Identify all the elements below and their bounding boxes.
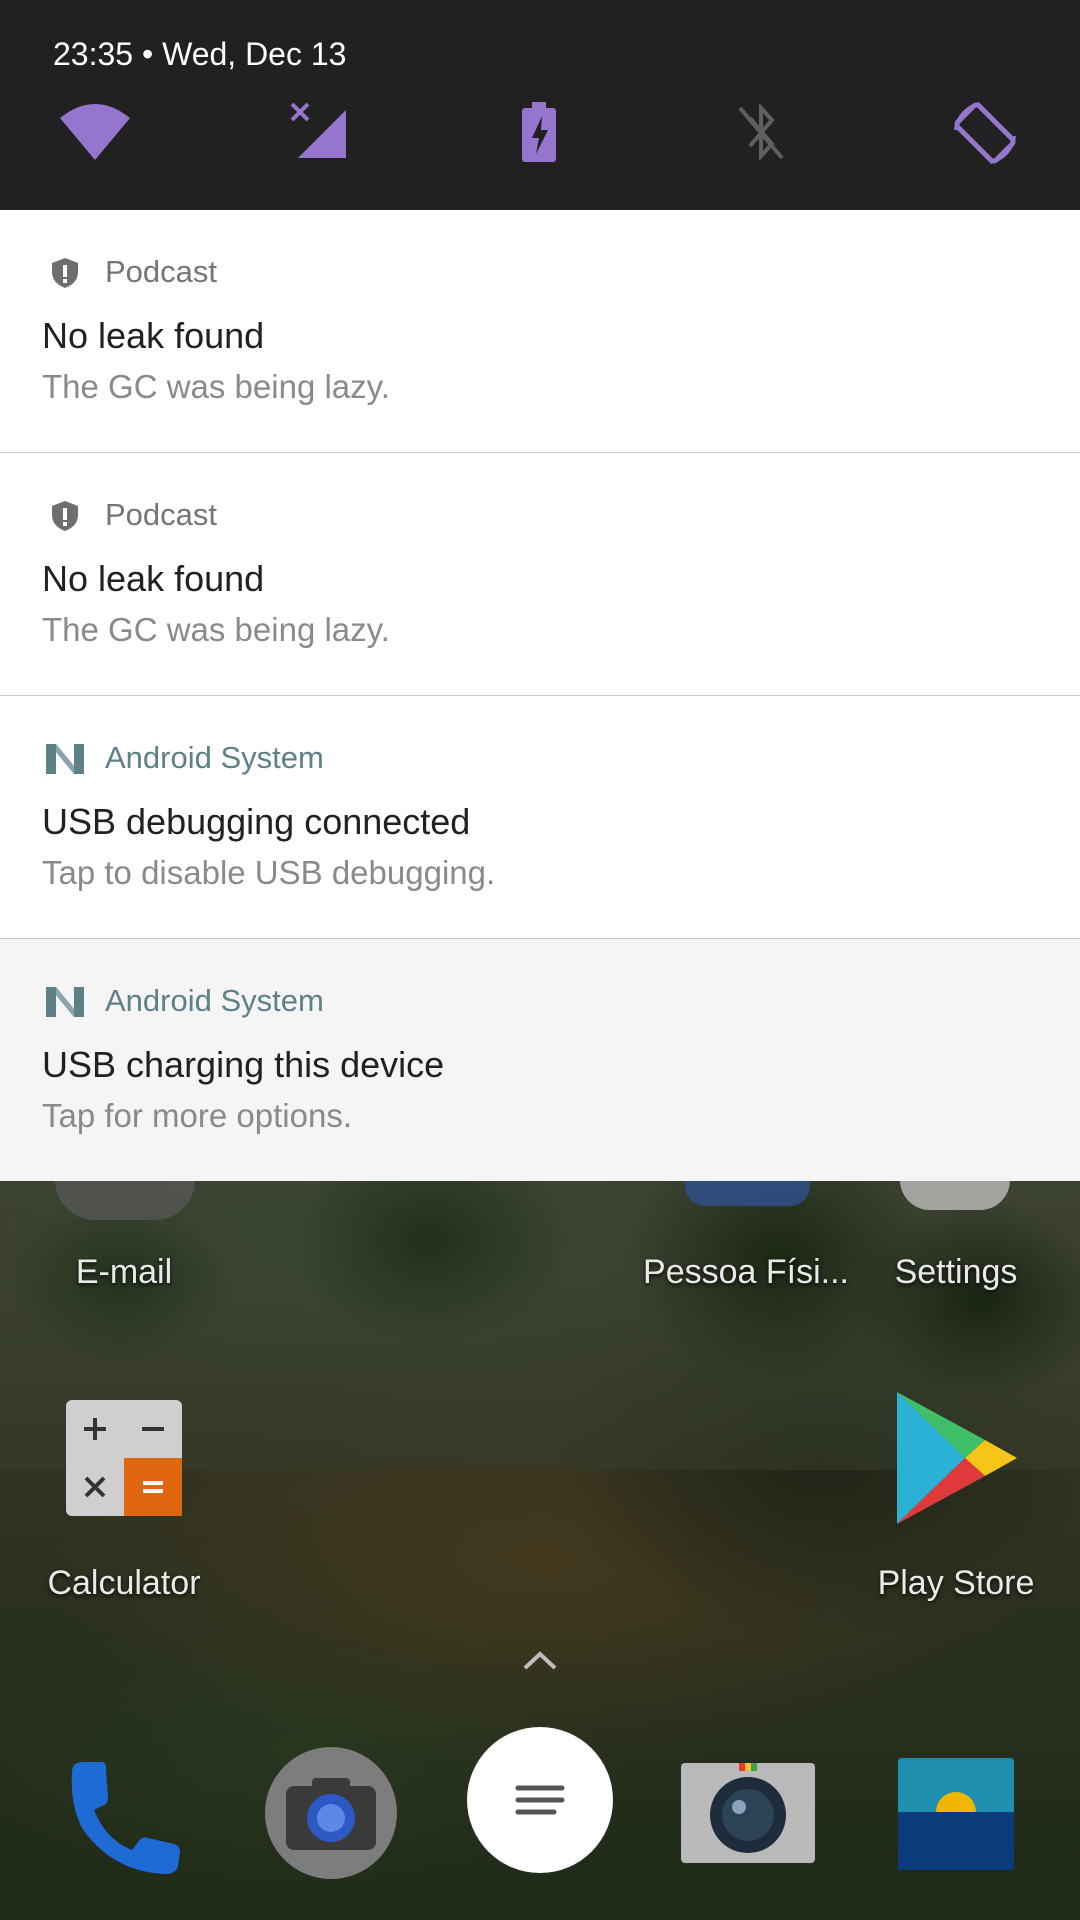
email-app-icon[interactable]	[55, 1180, 195, 1220]
calculator-app-icon[interactable]	[66, 1400, 182, 1516]
notification-title: No leak found	[42, 315, 265, 356]
status-datetime: 23:35 • Wed, Dec 13	[53, 36, 347, 72]
home-label-email[interactable]: E-mail	[14, 1253, 234, 1292]
home-label-pessoa-fisica[interactable]: Pessoa Físi...	[636, 1253, 856, 1292]
android-n-icon	[44, 985, 86, 1019]
notification-app-name: Android System	[105, 983, 324, 1018]
notification-card[interactable]: Podcast No leak found The GC was being l…	[0, 210, 1080, 453]
battery-charging-icon[interactable]	[504, 100, 574, 166]
notification-title: USB charging this device	[42, 1044, 445, 1085]
notification-card[interactable]: Podcast No leak found The GC was being l…	[0, 453, 1080, 696]
bluetooth-off-icon[interactable]	[726, 100, 796, 166]
notification-text: The GC was being lazy.	[42, 368, 390, 405]
play-store-app-icon[interactable]	[893, 1390, 1021, 1526]
wallpaper-app-icon[interactable]	[898, 1758, 1014, 1870]
notification-text: Tap to disable USB debugging.	[42, 854, 496, 891]
quick-settings-header: 23:35 • Wed, Dec 13	[0, 0, 1080, 210]
notification-card[interactable]: Android System USB charging this device …	[0, 939, 1080, 1181]
wifi-icon[interactable]	[60, 100, 130, 166]
google-search-icon[interactable]	[466, 1726, 614, 1874]
camera-app-icon[interactable]	[681, 1763, 815, 1863]
home-label-play-store[interactable]: Play Store	[846, 1564, 1066, 1603]
auto-rotate-icon[interactable]	[950, 100, 1020, 166]
notification-app-name: Android System	[105, 740, 324, 775]
notification-card[interactable]: Android System USB debugging connected T…	[0, 696, 1080, 939]
shield-alert-icon	[48, 499, 82, 533]
settings-app-icon[interactable]	[900, 1180, 1010, 1210]
notification-text: The GC was being lazy.	[42, 611, 390, 648]
shield-alert-icon	[48, 256, 82, 290]
android-n-icon	[44, 742, 86, 776]
notification-app-name: Podcast	[105, 497, 218, 532]
cellular-no-service-icon[interactable]	[288, 100, 358, 166]
notification-list: Podcast No leak found The GC was being l…	[0, 210, 1080, 1181]
notification-app-name: Podcast	[105, 254, 218, 289]
home-label-settings[interactable]: Settings	[846, 1253, 1066, 1292]
camera-icon[interactable]	[264, 1746, 398, 1880]
home-label-calculator[interactable]: Calculator	[14, 1564, 234, 1603]
notification-title: USB debugging connected	[42, 801, 471, 842]
notification-title: No leak found	[42, 558, 265, 599]
phone-icon[interactable]	[62, 1756, 182, 1876]
pessoa-fisica-app-icon[interactable]	[685, 1180, 810, 1206]
app-drawer-chevron-icon[interactable]	[522, 1648, 558, 1672]
notification-text: Tap for more options.	[42, 1097, 352, 1134]
